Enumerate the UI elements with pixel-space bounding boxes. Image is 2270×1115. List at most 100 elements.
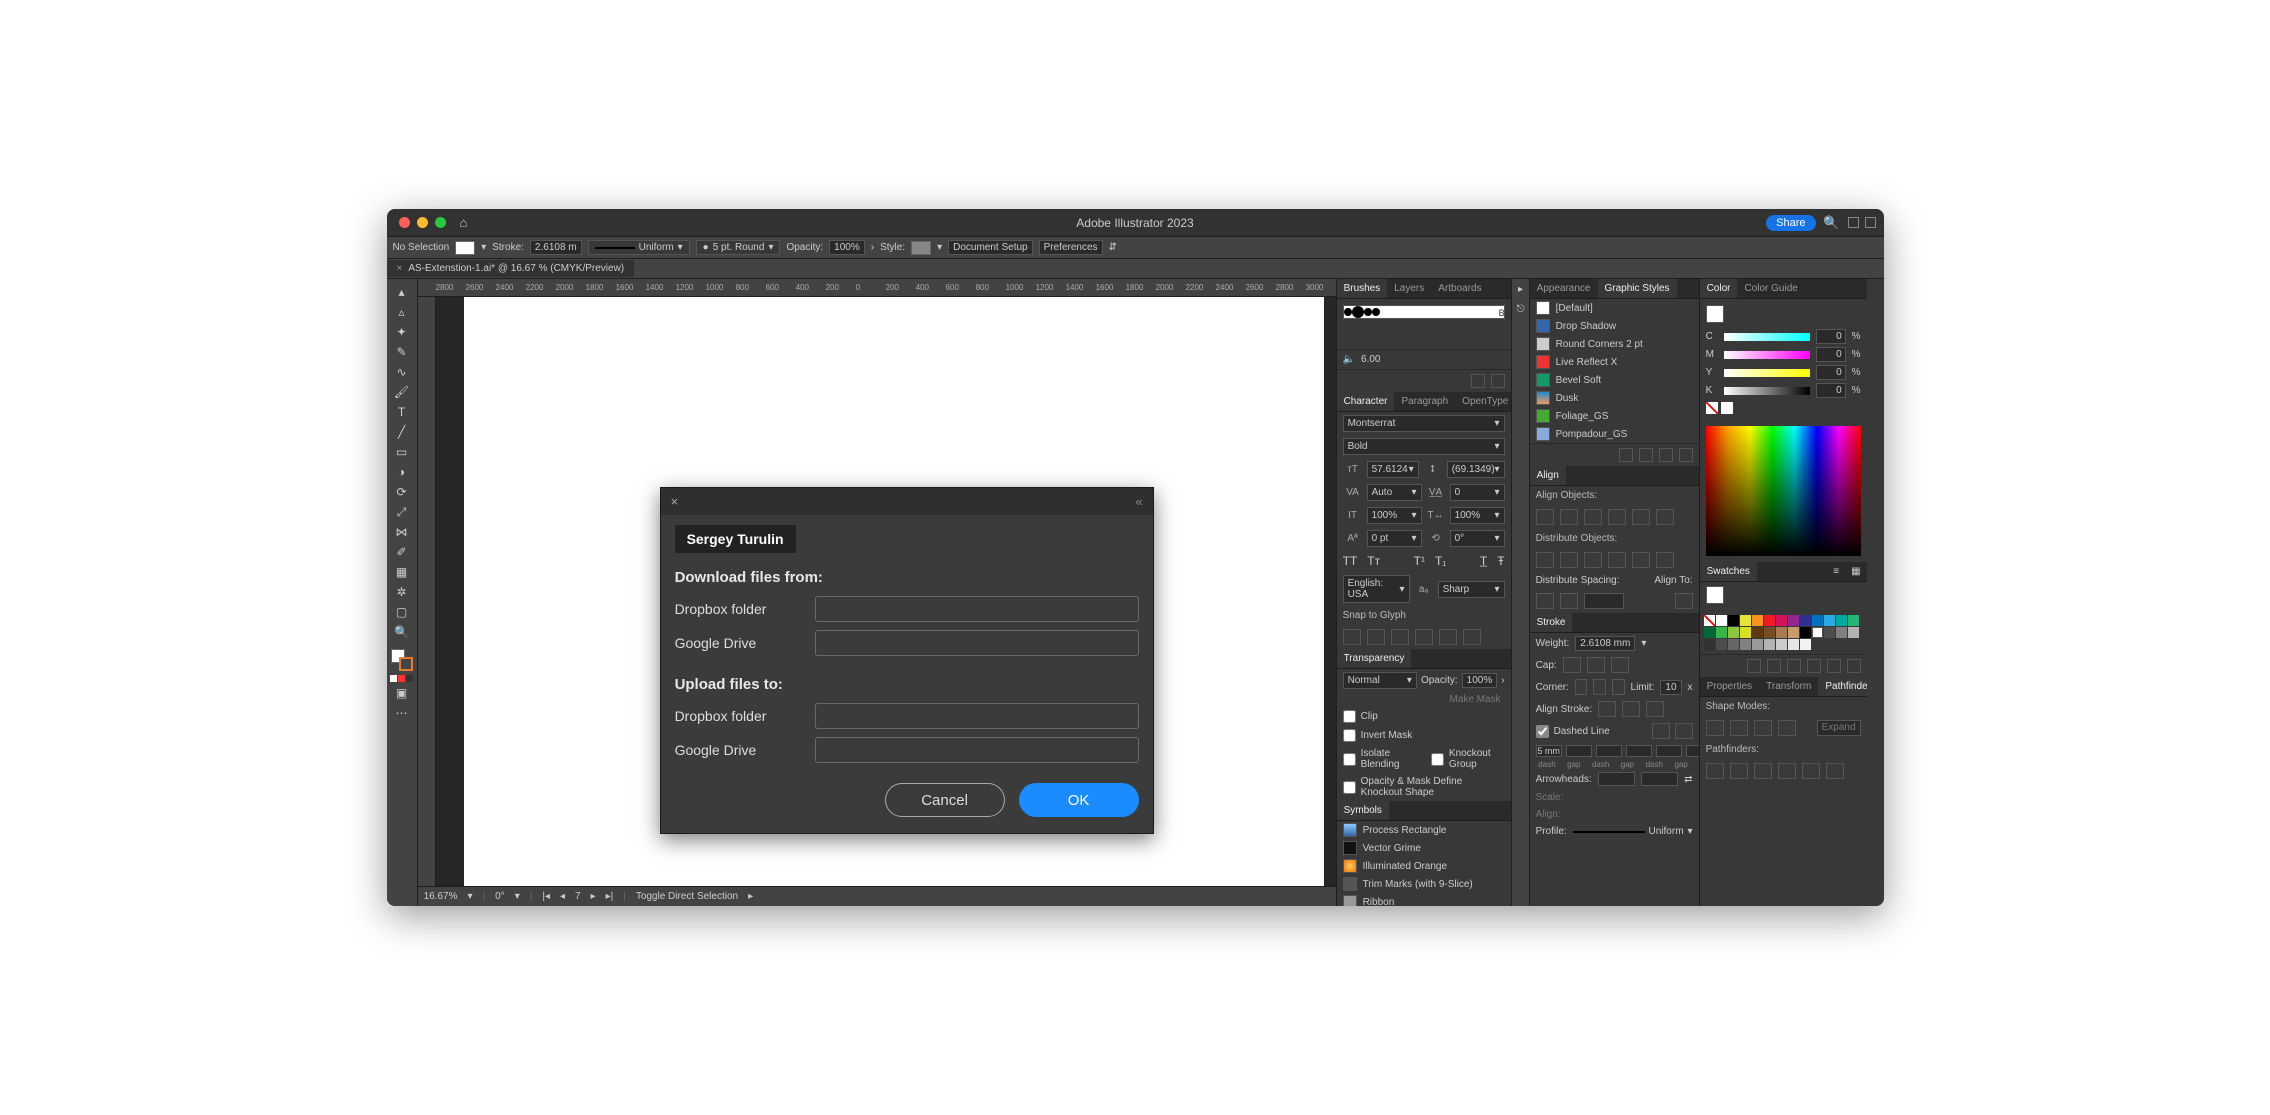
- doc-tab[interactable]: × AS-Extenstion-1.ai* @ 16.67 % (CMYK/Pr…: [387, 260, 635, 277]
- dist-vcenter-icon[interactable]: [1560, 552, 1578, 568]
- divide-icon[interactable]: [1706, 763, 1724, 779]
- antialias-field[interactable]: Sharp▾: [1438, 581, 1505, 598]
- tracking-field[interactable]: 0▾: [1450, 484, 1505, 501]
- swatch[interactable]: [1812, 627, 1823, 638]
- collapsed-panel-icon[interactable]: ▸: [1512, 279, 1529, 299]
- cap-round-icon[interactable]: [1587, 657, 1605, 673]
- make-mask-button[interactable]: Make Mask: [1337, 692, 1511, 707]
- swatch[interactable]: [1836, 627, 1847, 638]
- smallcaps-icon[interactable]: Tт: [1367, 554, 1380, 568]
- tab-color-guide[interactable]: Color Guide: [1737, 279, 1804, 298]
- magic-wand-tool[interactable]: ✦: [390, 323, 414, 341]
- fill-stroke-indicator[interactable]: [391, 649, 413, 671]
- swatch[interactable]: [1728, 615, 1739, 626]
- minus-back-icon[interactable]: [1826, 763, 1844, 779]
- preferences-button[interactable]: Preferences: [1039, 240, 1103, 255]
- dist-left-icon[interactable]: [1608, 552, 1626, 568]
- swatch[interactable]: [1740, 615, 1751, 626]
- swatch[interactable]: [1776, 639, 1787, 650]
- minus-front-icon[interactable]: [1730, 720, 1748, 736]
- ok-button[interactable]: OK: [1019, 783, 1139, 817]
- new-style-icon[interactable]: [1659, 448, 1673, 462]
- gap-input[interactable]: [1686, 745, 1699, 757]
- color-spectrum[interactable]: [1706, 426, 1861, 556]
- swatch[interactable]: [1728, 639, 1739, 650]
- corner-miter-icon[interactable]: [1575, 679, 1588, 695]
- symbol-item[interactable]: Process Rectangle: [1337, 821, 1511, 839]
- new-brush-icon[interactable]: [1491, 374, 1505, 388]
- gap-input[interactable]: [1626, 745, 1652, 757]
- cap-butt-icon[interactable]: [1563, 657, 1581, 673]
- allcaps-icon[interactable]: TT: [1343, 554, 1358, 568]
- yellow-value[interactable]: 0: [1816, 365, 1846, 380]
- stroke-profile[interactable]: Uniform▾: [588, 240, 690, 255]
- baseline-field[interactable]: 0 pt▾: [1367, 530, 1422, 547]
- tab-paragraph[interactable]: Paragraph: [1394, 392, 1455, 411]
- tab-color[interactable]: Color: [1700, 279, 1738, 298]
- tab-opentype[interactable]: OpenType: [1455, 392, 1510, 411]
- dash-input[interactable]: [1596, 745, 1622, 757]
- merge-icon[interactable]: [1754, 763, 1772, 779]
- close-icon[interactable]: ×: [671, 494, 679, 509]
- font-size-field[interactable]: 57.6124▾: [1367, 461, 1419, 478]
- dash-input[interactable]: [1536, 745, 1562, 757]
- brush-thumb-row[interactable]: Basic: [1343, 305, 1505, 319]
- dist-right-icon[interactable]: [1656, 552, 1674, 568]
- brush-tool[interactable]: 🖌: [390, 383, 414, 401]
- dash-input[interactable]: [1656, 745, 1682, 757]
- swatch-libraries-icon[interactable]: [1747, 659, 1761, 673]
- tab-pathfinder[interactable]: Pathfinder: [1818, 677, 1866, 696]
- swatch[interactable]: [1824, 615, 1835, 626]
- delete-swatch-icon[interactable]: [1847, 659, 1861, 673]
- swatch-options-icon[interactable]: [1787, 659, 1801, 673]
- align-stray-icon[interactable]: ⇵: [1109, 242, 1117, 253]
- direct-selection-tool[interactable]: ▵: [390, 303, 414, 321]
- gap-input[interactable]: [1566, 745, 1592, 757]
- hscale-field[interactable]: 100%▾: [1450, 507, 1505, 524]
- outline-icon[interactable]: [1802, 763, 1820, 779]
- align-hcenter-icon[interactable]: [1560, 509, 1578, 525]
- swatch[interactable]: [1716, 615, 1727, 626]
- font-family-field[interactable]: Montserrat▾: [1343, 415, 1505, 432]
- intersect-icon[interactable]: [1754, 720, 1772, 736]
- tab-layers[interactable]: Layers: [1387, 279, 1431, 298]
- arrow-start-field[interactable]: [1598, 772, 1635, 786]
- swatch[interactable]: [1776, 627, 1787, 638]
- cyan-slider[interactable]: [1724, 333, 1810, 341]
- swatch[interactable]: [1716, 639, 1727, 650]
- language-field[interactable]: English: USA▾: [1343, 575, 1410, 603]
- swatch[interactable]: [1812, 615, 1823, 626]
- maximize-icon[interactable]: [435, 217, 446, 228]
- swatch[interactable]: [1848, 615, 1859, 626]
- workspace-switcher[interactable]: [1848, 217, 1876, 228]
- share-button[interactable]: Share: [1766, 215, 1815, 231]
- minimize-icon[interactable]: [417, 217, 428, 228]
- libraries-icon[interactable]: [1619, 448, 1633, 462]
- swatch[interactable]: [1788, 615, 1799, 626]
- width-tool[interactable]: ⋈: [390, 523, 414, 541]
- brush-size-value[interactable]: 6.00: [1361, 354, 1380, 365]
- collapse-icon[interactable]: «: [1135, 494, 1142, 509]
- artboard-tool[interactable]: ▢: [390, 603, 414, 621]
- symbol-item[interactable]: Vector Grime: [1337, 839, 1511, 857]
- swatch[interactable]: [1800, 615, 1811, 626]
- swatch[interactable]: [1728, 627, 1739, 638]
- gradient-tool[interactable]: ▦: [390, 563, 414, 581]
- swatch[interactable]: [1788, 627, 1799, 638]
- knockout-group-checkbox[interactable]: [1431, 753, 1444, 766]
- first-artboard-icon[interactable]: |◂: [542, 891, 550, 902]
- last-artboard-icon[interactable]: ▸|: [606, 891, 614, 902]
- style-item[interactable]: Foliage_GS: [1530, 407, 1699, 425]
- swatch[interactable]: [1716, 627, 1727, 638]
- screen-mode-tool[interactable]: ▣: [390, 684, 414, 702]
- style-item[interactable]: Live Reflect X: [1530, 353, 1699, 371]
- zoom-level[interactable]: 16.67%: [424, 891, 458, 902]
- search-icon[interactable]: 🔍: [1823, 215, 1839, 231]
- vscale-field[interactable]: 100%▾: [1367, 507, 1422, 524]
- tab-properties[interactable]: Properties: [1700, 677, 1760, 696]
- char-rotation-field[interactable]: 0°▾: [1450, 530, 1505, 547]
- glyph-btn[interactable]: [1439, 629, 1457, 645]
- mask-shape-checkbox[interactable]: [1343, 781, 1356, 794]
- magenta-value[interactable]: 0: [1816, 347, 1846, 362]
- dist-vspace-icon[interactable]: [1536, 593, 1554, 609]
